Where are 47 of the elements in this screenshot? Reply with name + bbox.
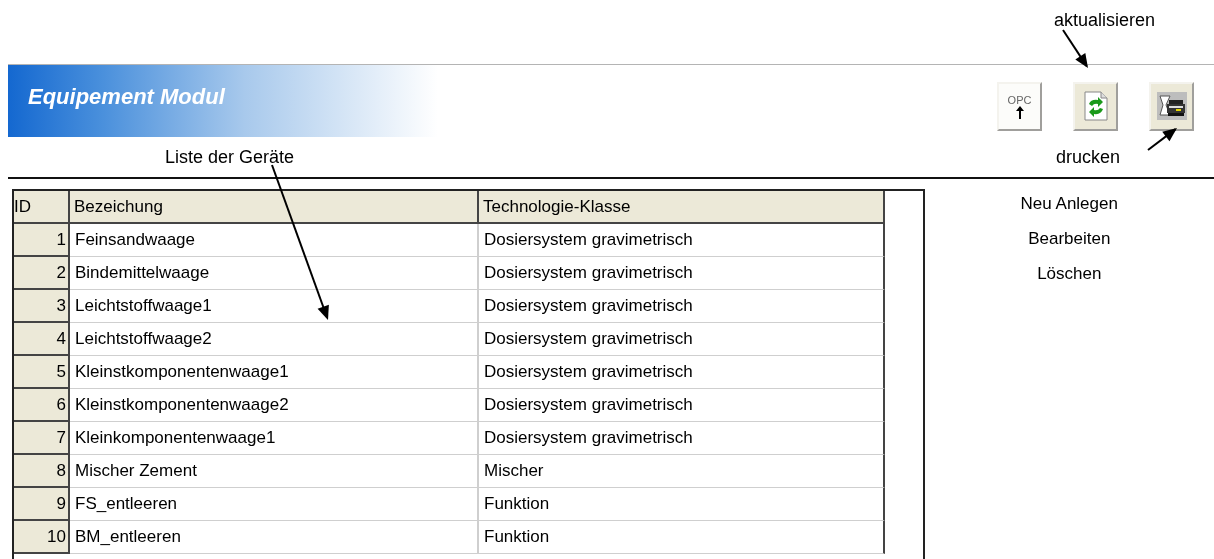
table-cell: Kleinstkomponentenwaage1	[70, 356, 479, 389]
table-cell: Dosiersystem gravimetrisch	[479, 422, 885, 455]
table-cell: Feinsandwaage	[70, 224, 479, 257]
print-button[interactable]	[1149, 81, 1194, 131]
table-cell: Dosiersystem gravimetrisch	[479, 323, 885, 356]
table-cell: Dosiersystem gravimetrisch	[479, 356, 885, 389]
refresh-button[interactable]	[1073, 81, 1118, 131]
table-cell: Dosiersystem gravimetrisch	[479, 257, 885, 290]
table-cell: Leichtstoffwaage2	[70, 323, 479, 356]
column-header[interactable]: Bezeichung	[70, 191, 479, 224]
row-id-cell: 5	[14, 356, 70, 389]
table-cell: Kleinstkomponentenwaage2	[70, 389, 479, 422]
annotation-label: Liste der Geräte	[165, 146, 295, 168]
column-header[interactable]: Technologie-Klasse	[479, 191, 885, 224]
table-cell: Dosiersystem gravimetrisch	[479, 224, 885, 257]
table-cell: Dosiersystem gravimetrisch	[479, 290, 885, 323]
table-cell: Kleinkomponentenwaage1	[70, 422, 479, 455]
opc-upload-button[interactable]: OPC	[997, 81, 1042, 131]
row-id-cell: 4	[14, 323, 70, 356]
table-cell: Mischer Zement	[70, 455, 479, 488]
annotation-arrow	[1147, 128, 1177, 151]
table-cell: FS_entleeren	[70, 488, 479, 521]
table-cell: BM_entleeren	[70, 521, 479, 554]
table-cell: Dosiersystem gravimetrisch	[479, 389, 885, 422]
printer-icon	[1155, 91, 1188, 121]
row-id-cell: 10	[14, 521, 70, 554]
row-id-cell: 9	[14, 488, 70, 521]
up-arrow-icon	[1015, 105, 1024, 119]
annotation-label: drucken	[1056, 146, 1121, 168]
refresh-document-icon	[1083, 91, 1108, 121]
row-id-cell: 6	[14, 389, 70, 422]
row-id-cell: 7	[14, 422, 70, 455]
column-header[interactable]: ID	[14, 191, 70, 224]
action-link[interactable]: Neu Anlegen	[1020, 193, 1118, 215]
row-id-cell: 1	[14, 224, 70, 257]
action-link[interactable]: Bearbeiten	[1028, 228, 1111, 250]
table-cell: Mischer	[479, 455, 885, 488]
table-cell: Funktion	[479, 521, 885, 554]
row-id-cell: 3	[14, 290, 70, 323]
module-title: Equipement Modul	[28, 84, 225, 110]
annotation-label: aktualisieren	[1054, 10, 1156, 30]
action-link[interactable]: Löschen	[1037, 263, 1102, 285]
row-id-cell: 2	[14, 257, 70, 290]
table-cell: Funktion	[479, 488, 885, 521]
table-cell: Bindemittelwaage	[70, 257, 479, 290]
annotation-arrow	[1062, 29, 1088, 68]
row-id-cell: 8	[14, 455, 70, 488]
